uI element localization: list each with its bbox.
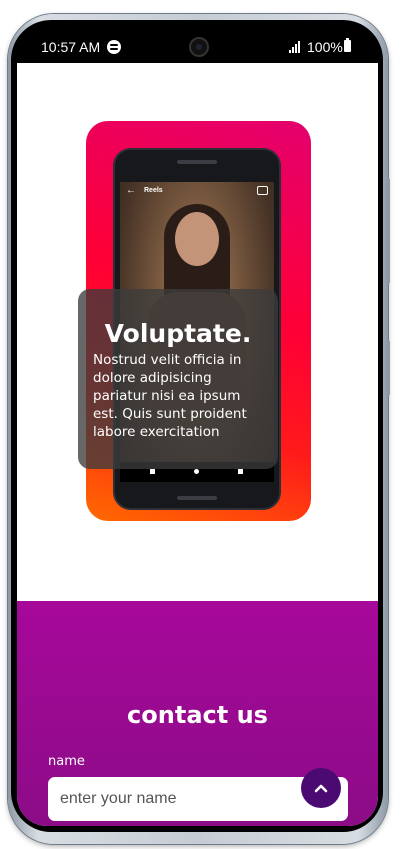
- chevron-up-icon: [314, 784, 328, 793]
- name-label: name: [48, 754, 85, 769]
- hero-title: Voluptate.: [104, 319, 252, 348]
- battery-icon: [344, 38, 351, 52]
- volume-button: [386, 178, 390, 284]
- hero-overlay: Voluptate. Nostrud velit officia in dolo…: [78, 289, 278, 469]
- spotify-icon: [107, 40, 121, 54]
- reels-header: ← Reels: [120, 182, 274, 200]
- hero-text: Nostrud velit officia in dolore adipisic…: [93, 352, 247, 440]
- front-camera-icon: [189, 37, 209, 57]
- app-screen: ← Reels Voluptate. Nostrud velit officia…: [17, 63, 378, 826]
- back-arrow-icon: ←: [126, 185, 136, 196]
- contact-title: contact us: [127, 701, 268, 729]
- camera-icon: [257, 186, 268, 195]
- battery-percent: 100%: [307, 39, 343, 55]
- status-bar: 10:57 AM 100%: [17, 33, 377, 63]
- power-button: [386, 340, 390, 396]
- reels-label: Reels: [144, 187, 163, 194]
- status-time: 10:57 AM: [41, 39, 101, 55]
- signal-icon: [289, 41, 303, 53]
- scroll-top-button[interactable]: [301, 768, 341, 808]
